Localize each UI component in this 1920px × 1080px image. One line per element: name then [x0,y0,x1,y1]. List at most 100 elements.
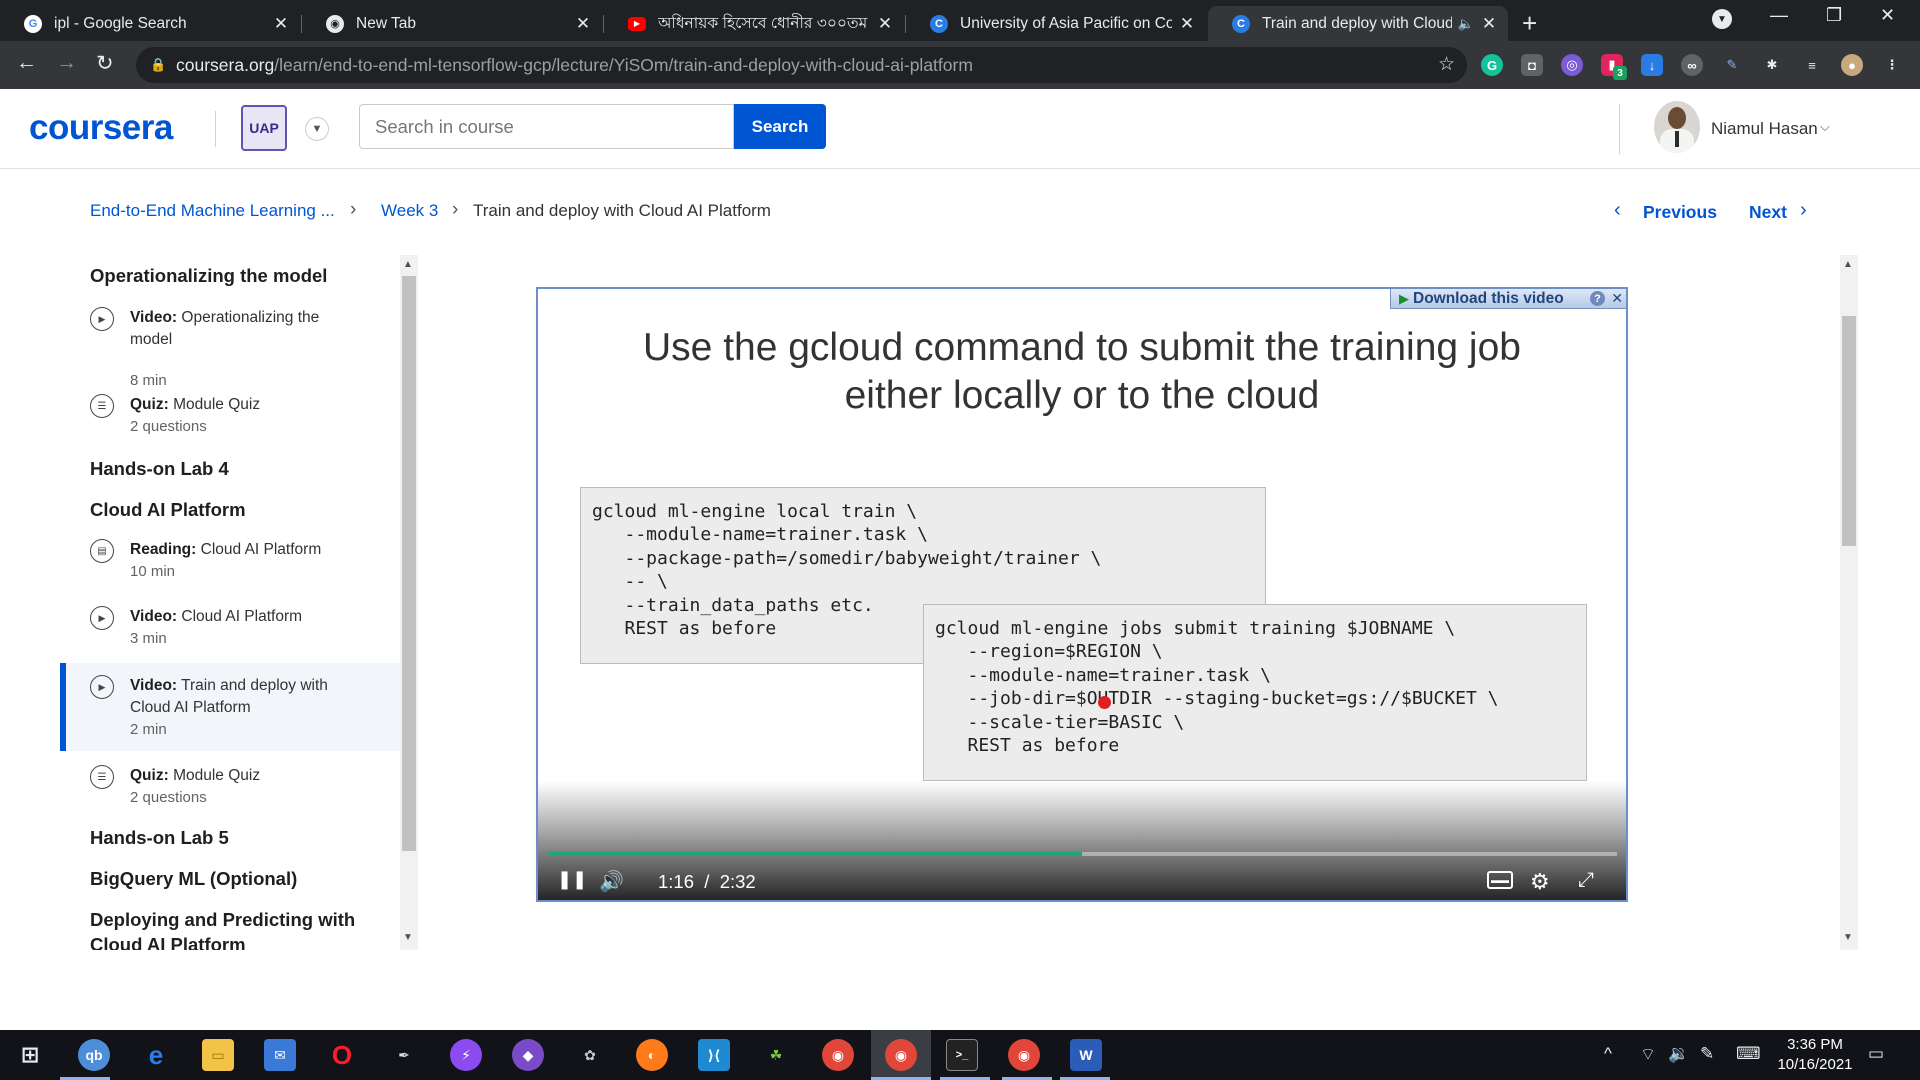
tab-new-tab[interactable]: ◉ New Tab ✕ [302,6,602,41]
address-bar[interactable]: 🔒 coursera.org/learn/end-to-end-ml-tenso… [136,47,1467,83]
extension-link-icon[interactable]: ∞ [1681,54,1703,76]
section-heading[interactable]: BigQuery ML (Optional) [90,868,297,890]
section-heading[interactable]: Cloud AI Platform [90,499,246,521]
tab-youtube[interactable]: ▶ অধিনায়ক হিসেবে ধোনীর ৩০০তম ✕ [604,6,904,41]
tab-train-deploy[interactable]: C Train and deploy with Cloud 🔈 ✕ [1208,6,1508,41]
opera-icon[interactable]: O [326,1039,358,1071]
puzzle-extensions-icon[interactable]: ✱ [1761,54,1783,76]
list-item[interactable]: ☰ Quiz: Module Quiz 2 questions [60,753,400,817]
section-heading[interactable]: Operationalizing the model [90,265,327,287]
captions-icon[interactable]: ▬▬ [1487,871,1513,889]
close-window-button[interactable]: ✕ [1880,5,1895,26]
settings-gear-icon[interactable]: ⚙ [1530,869,1550,895]
university-logo-icon[interactable]: UAP [241,105,287,151]
file-explorer-icon[interactable]: ▭ [202,1039,234,1071]
close-icon[interactable]: ✕ [1480,14,1498,34]
scroll-up-icon[interactable]: ▲ [1843,259,1853,270]
list-item[interactable]: ☰ Quiz: Module Quiz 2 questions [60,382,400,446]
github-icon[interactable]: ◆ [512,1039,544,1071]
windows-start-icon[interactable]: ⊞ [14,1039,46,1071]
app-icon-2[interactable]: ☘ [760,1039,792,1071]
terminal-icon[interactable]: >_ [946,1039,978,1071]
new-tab-button[interactable]: + [1522,8,1537,39]
reload-button[interactable]: ↻ [96,51,114,76]
pen-icon[interactable]: ✎ [1721,54,1743,76]
chevron-right-icon[interactable]: › [1800,199,1807,222]
forward-button[interactable]: → [56,51,77,75]
next-button[interactable]: Next [1749,202,1787,223]
bookmark-star-icon[interactable]: ☆ [1438,53,1455,76]
speaker-icon[interactable]: 🔉 [1668,1044,1689,1064]
taskbar-clock[interactable]: 3:36 PM 10/16/2021 [1765,1035,1865,1075]
previous-button[interactable]: Previous [1643,202,1717,223]
restore-button[interactable]: ❐ [1826,5,1842,26]
breadcrumb-course[interactable]: End-to-End Machine Learning ... [90,201,335,221]
scroll-down-icon[interactable]: ▼ [403,932,413,943]
edge-icon[interactable]: e [140,1039,172,1071]
chevron-down-icon[interactable]: ⌵ [1820,119,1830,135]
breadcrumb-week[interactable]: Week 3 [381,201,438,221]
camera-icon[interactable]: ◘ [1521,54,1543,76]
notifications-icon[interactable]: ▭ [1868,1044,1884,1064]
avatar[interactable] [1654,101,1700,153]
fullscreen-icon[interactable]: ⤢ [1578,869,1594,892]
chrome-profile-icon[interactable]: ◉ [1008,1039,1040,1071]
chevron-up-icon[interactable]: ^ [1604,1044,1612,1064]
list-item[interactable]: ▶ Video: Cloud AI Platform 3 min [60,594,400,658]
scroll-down-icon[interactable]: ▼ [1843,932,1853,943]
chrome-icon[interactable]: ◉ [885,1039,917,1071]
tab-uap-coursera[interactable]: C University of Asia Pacific on Cour ✕ [906,6,1206,41]
section-heading[interactable]: Hands-on Lab 5 [90,827,229,849]
inkscape-icon[interactable]: ✒ [388,1039,420,1071]
progress-bar[interactable] [547,852,1617,856]
wifi-icon[interactable]: ⌔ [1640,1044,1656,1065]
volume-icon[interactable]: 🔊 [599,869,624,894]
tab-google-search[interactable]: G ipl - Google Search ✕ [0,6,300,41]
user-name[interactable]: Niamul Hasan [1711,119,1818,139]
pen-icon[interactable]: ✎ [1700,1044,1714,1064]
minimize-button[interactable]: — [1770,5,1788,26]
vscode-icon[interactable]: ⟩⟨ [698,1039,730,1071]
chevron-left-icon[interactable]: ‹ [1614,199,1621,222]
speaker-icon[interactable]: 🔈 [1458,16,1474,32]
chrome-menu-icon[interactable]: ⋮ [1881,54,1903,76]
section-heading[interactable]: Cloud AI Platform [90,934,246,950]
play-icon: ▶ [90,606,114,630]
pause-icon[interactable]: ❚❚ [557,869,587,890]
help-icon[interactable]: ? [1590,291,1605,306]
qbittorrent-icon[interactable]: qb [78,1039,110,1071]
video-player[interactable]: Use the gcloud command to submit the tra… [536,287,1628,902]
extension-globe-icon[interactable]: ◎ [1561,54,1583,76]
page-scrollbar-thumb[interactable] [1842,316,1856,546]
messenger-icon[interactable]: ⚡ [450,1039,482,1071]
mail-icon[interactable]: ✉ [264,1039,296,1071]
close-icon[interactable]: ✕ [876,14,894,34]
search-input[interactable]: Search in course [359,104,734,149]
list-item[interactable]: ▤ Reading: Cloud AI Platform 10 min [60,527,400,591]
search-button[interactable]: Search [734,104,826,149]
profile-avatar-icon[interactable]: ● [1841,54,1863,76]
app-icon[interactable]: ✿ [574,1039,606,1071]
tab-search-icon[interactable]: ▼ [1712,9,1732,29]
keyboard-icon[interactable]: ⌨ [1736,1044,1761,1064]
download-extension-icon[interactable]: ↓ [1641,54,1663,76]
close-icon[interactable]: ✕ [1611,290,1623,307]
grammarly-icon[interactable]: G [1481,54,1503,76]
close-icon[interactable]: ✕ [1178,14,1196,34]
download-video-bar[interactable]: ▶ Download this video ? ✕ [1390,289,1626,309]
chevron-down-icon[interactable]: ▼ [305,117,329,141]
list-item-selected[interactable]: ▶ Video: Train and deploy with Cloud AI … [60,663,400,751]
scroll-up-icon[interactable]: ▲ [403,259,413,270]
sidebar-scrollbar-thumb[interactable] [402,276,416,851]
firefox-icon[interactable]: ◐ [636,1039,668,1071]
word-icon[interactable]: W [1070,1039,1102,1071]
section-heading[interactable]: Hands-on Lab 4 [90,458,229,480]
reading-list-icon[interactable]: ≡ [1801,54,1823,76]
close-icon[interactable]: ✕ [574,14,592,34]
coursera-logo[interactable]: coursera [29,108,173,148]
back-button[interactable]: ← [16,51,37,75]
close-icon[interactable]: ✕ [272,14,290,34]
chrome-icon[interactable]: ◉ [822,1039,854,1071]
list-item[interactable]: ▶ Video: Operationalizing the model 8 mi… [60,295,400,389]
section-heading[interactable]: Deploying and Predicting with [90,909,355,931]
